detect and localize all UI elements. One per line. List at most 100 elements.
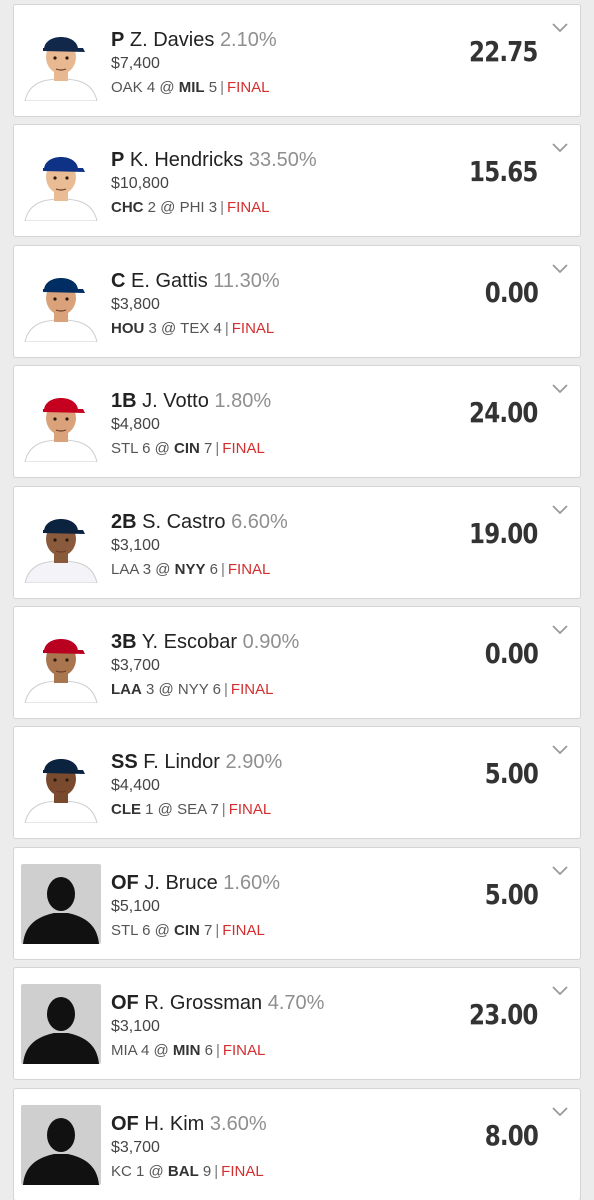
- divider: |: [220, 79, 225, 96]
- player-name-line: SS F. Lindor 2.90%: [111, 749, 282, 775]
- ownership-percent: 1.60%: [223, 872, 280, 894]
- away-score: 3: [148, 320, 157, 337]
- game-result: OAK 4 @ MIL 5 | FINAL: [111, 79, 270, 96]
- chevron-down-icon[interactable]: [552, 866, 568, 876]
- player-headshot: [21, 21, 101, 101]
- away-score: 3: [142, 561, 152, 578]
- away-score: 2: [147, 199, 157, 216]
- away-score: 1: [136, 1163, 145, 1180]
- player-name-line: 1B J. Votto 1.80%: [111, 388, 271, 414]
- player-name: Z. Davies: [129, 29, 215, 51]
- game-result: STL 6 @ CIN 7 | FINAL: [111, 440, 265, 457]
- ownership-percent: 3.60%: [209, 1113, 267, 1135]
- chevron-down-icon[interactable]: [552, 264, 568, 274]
- ownership-percent: 4.70%: [267, 992, 325, 1014]
- player-name-line: OF J. Bruce 1.60%: [111, 870, 280, 896]
- player-name: R. Grossman: [144, 992, 263, 1014]
- player-card[interactable]: P Z. Davies 2.10% $7,400 OAK 4 @ MIL 5 | FIN…: [13, 4, 581, 117]
- chevron-down-icon[interactable]: [552, 1107, 568, 1117]
- fantasy-points: 5.00: [484, 878, 539, 911]
- away-score: 3: [146, 681, 155, 698]
- player-info: P Z. Davies 2.10% $7,400 OAK 4 @ MIL 5 | FIN…: [111, 27, 277, 99]
- home-team: NYY: [177, 681, 209, 698]
- home-score: 5: [208, 79, 218, 96]
- ownership-percent: 11.30%: [213, 270, 280, 292]
- player-silhouette-icon: [21, 1105, 101, 1185]
- lineup-player-list: P Z. Davies 2.10% $7,400 OAK 4 @ MIL 5 | FIN…: [0, 0, 594, 1200]
- player-name-line: 3B Y. Escobar 0.90%: [111, 629, 299, 655]
- game-result: LAA 3 @ NYY 6 | FINAL: [111, 681, 274, 698]
- fantasy-points: 0.00: [484, 637, 539, 670]
- game-result: LAA 3 @ NYY 6 | FINAL: [111, 561, 271, 578]
- player-name: K. Hendricks: [129, 149, 244, 171]
- divider: |: [215, 1042, 220, 1059]
- game-result: CLE 1 @ SEA 7 | FINAL: [111, 801, 272, 818]
- player-salary: $3,700: [111, 657, 160, 674]
- player-name-line: P Z. Davies 2.10%: [111, 27, 277, 53]
- ownership-percent: 1.80%: [214, 390, 272, 412]
- player-name: E. Gattis: [131, 270, 208, 292]
- chevron-down-icon[interactable]: [552, 23, 568, 33]
- away-team: LAA: [111, 681, 142, 698]
- away-team: MIA: [111, 1042, 137, 1059]
- player-silhouette-icon: [21, 984, 101, 1064]
- chevron-down-icon[interactable]: [552, 745, 568, 755]
- player-card[interactable]: 2B S. Castro 6.60% $3,100 LAA 3 @ NYY 6 | FI…: [13, 486, 581, 599]
- chevron-down-icon[interactable]: [552, 505, 568, 515]
- player-info: 1B J. Votto 1.80% $4,800 STL 6 @ CIN 7 | FIN…: [111, 388, 271, 460]
- player-card[interactable]: 1B J. Votto 1.80% $4,800 STL 6 @ CIN 7 | FIN…: [13, 365, 581, 478]
- home-score: 4: [213, 320, 222, 337]
- chevron-down-icon[interactable]: [552, 143, 568, 153]
- game-status: FINAL: [222, 440, 265, 457]
- player-headshot: [21, 382, 101, 462]
- away-score: 4: [141, 1042, 150, 1059]
- home-team: NYY: [174, 561, 206, 578]
- player-name: H. Kim: [144, 1113, 205, 1135]
- player-position: OF: [111, 1113, 139, 1135]
- fantasy-points: 5.00: [484, 757, 539, 790]
- player-card[interactable]: OF J. Bruce 1.60% $5,100 STL 6 @ CIN 7 | FIN…: [13, 847, 581, 960]
- away-team: OAK: [111, 79, 143, 96]
- player-headshot: [21, 262, 101, 342]
- home-team: MIN: [172, 1042, 201, 1059]
- away-team: STL: [111, 440, 138, 457]
- chevron-down-icon[interactable]: [552, 986, 568, 996]
- away-score: 4: [146, 79, 156, 96]
- player-card[interactable]: C E. Gattis 11.30% $3,800 HOU 3 @ TEX 4 | FI…: [13, 245, 581, 358]
- player-card[interactable]: 3B Y. Escobar 0.90% $3,700 LAA 3 @ NYY 6 | F…: [13, 606, 581, 719]
- game-status: FINAL: [231, 320, 275, 337]
- player-info: P K. Hendricks 33.50% $10,800 CHC 2 @ PHI …: [111, 147, 317, 219]
- divider: |: [220, 561, 225, 578]
- chevron-down-icon[interactable]: [552, 625, 568, 635]
- away-team: LAA: [111, 561, 139, 578]
- player-headshot: [21, 743, 101, 823]
- player-position: OF: [111, 992, 139, 1014]
- ownership-percent: 33.50%: [248, 149, 317, 171]
- away-team: STL: [111, 922, 138, 939]
- game-status: FINAL: [227, 561, 271, 578]
- player-headshot: [21, 623, 101, 703]
- home-score: 6: [209, 561, 218, 578]
- player-card[interactable]: OF H. Kim 3.60% $3,700 KC 1 @ BAL 9 | FINAL 8…: [13, 1088, 581, 1200]
- player-position: P: [111, 149, 125, 171]
- player-salary: $3,100: [111, 537, 160, 554]
- player-card[interactable]: OF R. Grossman 4.70% $3,100 MIA 4 @ MIN 6 |…: [13, 967, 581, 1080]
- home-score: 6: [212, 681, 221, 698]
- player-position: 3B: [111, 631, 137, 653]
- player-card[interactable]: SS F. Lindor 2.90% $4,400 CLE 1 @ SEA 7 | FI…: [13, 726, 581, 839]
- player-salary: $3,700: [111, 1139, 160, 1156]
- game-status: FINAL: [227, 79, 270, 96]
- player-card[interactable]: P K. Hendricks 33.50% $10,800 CHC 2 @ PHI …: [13, 124, 581, 237]
- game-result: HOU 3 @ TEX 4 | FINAL: [111, 320, 275, 337]
- game-status: FINAL: [227, 199, 270, 216]
- player-name: J. Votto: [142, 390, 209, 412]
- home-score: 3: [208, 199, 218, 216]
- fantasy-points: 24.00: [469, 396, 538, 429]
- player-info: OF J. Bruce 1.60% $5,100 STL 6 @ CIN 7 | FIN…: [111, 870, 280, 942]
- chevron-down-icon[interactable]: [552, 384, 568, 394]
- player-name-line: P K. Hendricks 33.50%: [111, 147, 317, 173]
- home-team: MIL: [178, 79, 205, 96]
- home-team: CIN: [174, 922, 200, 939]
- home-score: 6: [204, 1042, 213, 1059]
- home-team: BAL: [167, 1163, 199, 1180]
